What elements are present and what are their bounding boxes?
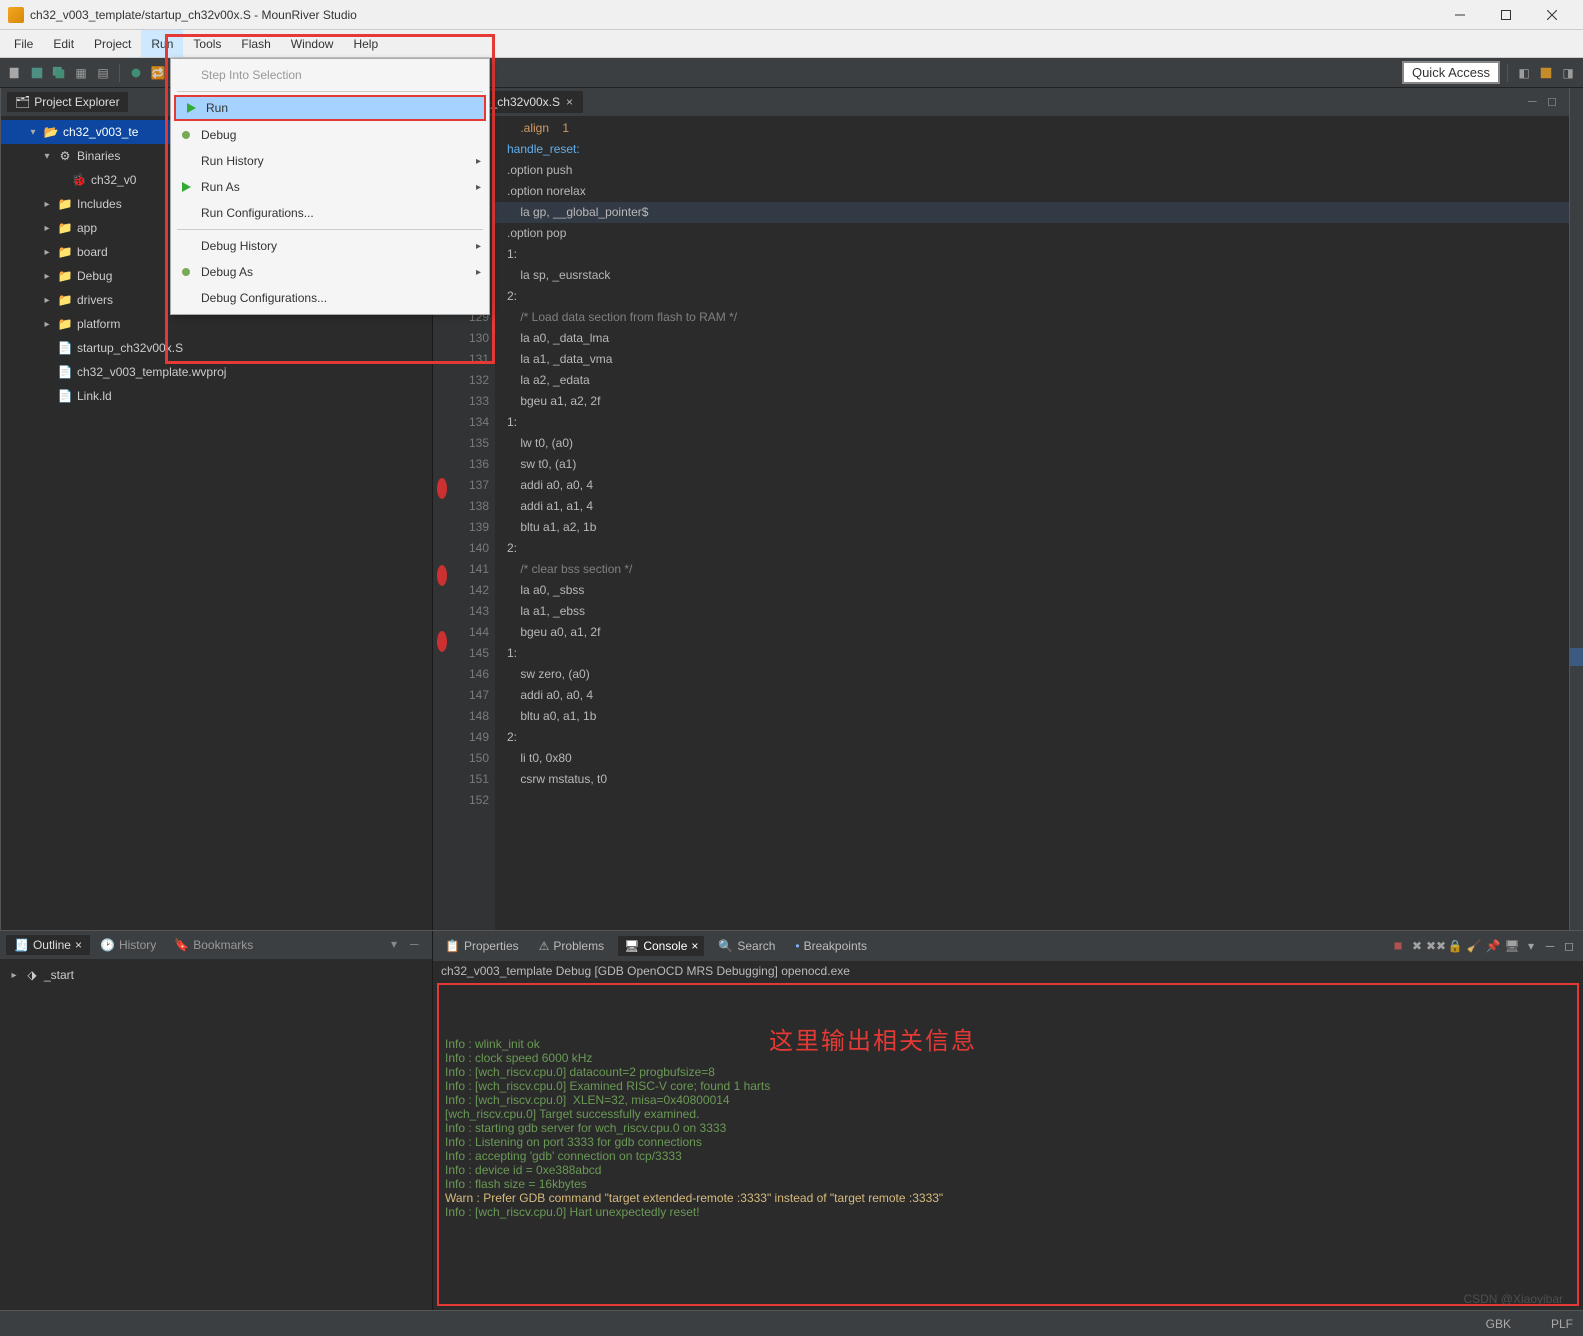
menu-file[interactable]: File [4, 30, 43, 57]
minimize-button[interactable] [1437, 0, 1483, 30]
bookmarks-tab[interactable]: 🔖Bookmarks [166, 935, 261, 955]
menu-help[interactable]: Help [343, 30, 388, 57]
close-button[interactable] [1529, 0, 1575, 30]
save-icon[interactable] [28, 64, 46, 82]
perspective-other-icon[interactable]: ◨ [1559, 64, 1577, 82]
console-min-icon[interactable]: ─ [1542, 938, 1558, 954]
breakpoints-tab[interactable]: •Breakpoints [789, 936, 873, 956]
scroll-lock-icon[interactable]: 🔒 [1447, 938, 1463, 954]
run-menu-dropdown: Step Into SelectionRunDebugRun HistoryRu… [170, 58, 490, 315]
run-menu-debug-configurations-[interactable]: Debug Configurations... [171, 285, 489, 311]
run-menu-step-into-selection: Step Into Selection [171, 62, 489, 88]
label-icon: ⬗ [24, 967, 40, 983]
grid-icon[interactable]: ▤ [94, 64, 112, 82]
status-encoding[interactable]: GBK [1486, 1317, 1511, 1331]
menu-project[interactable]: Project [84, 30, 141, 57]
toggle-icon[interactable]: ▦ [72, 64, 90, 82]
remove-launch-icon[interactable]: ✖ [1409, 938, 1425, 954]
tree-item-ch32-v003-template-wvproj[interactable]: 📄ch32_v003_template.wvproj [1, 360, 432, 384]
menu-bar: FileEditProjectRunToolsFlashWindowHelp [0, 30, 1583, 58]
run-menu-run[interactable]: Run [174, 95, 486, 121]
perspective-c-icon[interactable]: ◧ [1515, 64, 1533, 82]
tree-item-startup-ch32v00x-s[interactable]: 📄startup_ch32v00x.S [1, 336, 432, 360]
open-console-icon[interactable]: ▾ [1523, 938, 1539, 954]
history-tab[interactable]: 🕑History [92, 935, 164, 955]
run-menu-run-configurations-[interactable]: Run Configurations... [171, 200, 489, 226]
clear-console-icon[interactable]: 🧹 [1466, 938, 1482, 954]
properties-tab[interactable]: 📋Properties [439, 936, 525, 956]
outline-min-icon[interactable]: ─ [410, 937, 426, 953]
editor-area: 📄 rtup_ch32v00x.S × ─ ◻ 1201211221231241… [433, 88, 1569, 930]
console-tab[interactable]: 🖥Console × [618, 936, 704, 956]
build-icon[interactable] [127, 64, 145, 82]
title-bar: ch32_v003_template/startup_ch32v00x.S - … [0, 0, 1583, 30]
editor-maximize-icon[interactable]: ◻ [1547, 94, 1563, 110]
editor-overview-ruler[interactable] [1569, 88, 1583, 930]
editor-body[interactable]: 1201211221231241251261271281291301311321… [433, 116, 1569, 930]
window-title: ch32_v003_template/startup_ch32v00x.S - … [30, 8, 357, 22]
run-menu-run-as[interactable]: Run As [171, 174, 489, 200]
menu-tools[interactable]: Tools [183, 30, 231, 57]
menu-edit[interactable]: Edit [43, 30, 84, 57]
status-bar: GBK PLF [0, 1310, 1583, 1336]
outline-menu-icon[interactable]: ▾ [391, 937, 407, 953]
tree-item-platform[interactable]: ▸📁platform [1, 312, 432, 336]
run-menu-debug[interactable]: Debug [171, 122, 489, 148]
outline-tree[interactable]: ▸⬗_start [0, 959, 432, 1310]
status-line-ending[interactable]: PLF [1551, 1317, 1573, 1331]
display-selected-icon[interactable]: 🖥 [1504, 938, 1520, 954]
outline-tab[interactable]: 🧾Outline × [6, 935, 90, 955]
pin-console-icon[interactable]: 📌 [1485, 938, 1501, 954]
menu-run[interactable]: Run [141, 30, 183, 57]
project-explorer-tab[interactable]: 🗂 Project Explorer [7, 92, 128, 112]
code-content[interactable]: .align 1handle_reset:.option push.option… [495, 116, 1569, 930]
console-process-title: ch32_v003_template Debug [GDB OpenOCD MR… [433, 961, 1583, 981]
outline-panel: 🧾Outline × 🕑History 🔖Bookmarks ▾ ─ ▸⬗_st… [0, 931, 433, 1310]
tree-item-link-ld[interactable]: 📄Link.ld [1, 384, 432, 408]
menu-flash[interactable]: Flash [231, 30, 280, 57]
annotation-overlay-text: 这里输出相关信息 [769, 1021, 977, 1056]
run-menu-debug-as[interactable]: Debug As [171, 259, 489, 285]
problems-tab[interactable]: ⚠Problems [533, 936, 610, 956]
menu-window[interactable]: Window [281, 30, 344, 57]
save-all-icon[interactable] [50, 64, 68, 82]
close-tab-icon[interactable]: × [566, 95, 573, 109]
console-max-icon[interactable]: ◻ [1561, 938, 1577, 954]
new-icon[interactable] [6, 64, 24, 82]
console-output[interactable]: 这里输出相关信息 Info : wlink_init okInfo : cloc… [437, 983, 1579, 1306]
lower-panels: 🧾Outline × 🕑History 🔖Bookmarks ▾ ─ ▸⬗_st… [0, 930, 1583, 1310]
search-tab[interactable]: 🔍Search [712, 936, 781, 956]
maximize-button[interactable] [1483, 0, 1529, 30]
run-menu-debug-history[interactable]: Debug History [171, 233, 489, 259]
terminate-icon[interactable] [1390, 938, 1406, 954]
folder-icon: 🗂 [15, 95, 30, 109]
remove-all-icon[interactable]: ✖✖ [1428, 938, 1444, 954]
bottom-views: 📋Properties ⚠Problems 🖥Console × 🔍Search… [433, 931, 1583, 1310]
perspective-debug-icon[interactable] [1537, 64, 1555, 82]
editor-minimize-icon[interactable]: ─ [1528, 94, 1544, 110]
run-menu-run-history[interactable]: Run History [171, 148, 489, 174]
rebuild-icon[interactable]: 🔁 [149, 64, 167, 82]
app-icon [8, 7, 24, 23]
quick-access[interactable]: Quick Access [1402, 61, 1500, 84]
watermark: CSDN @Xiaoyibar [1463, 1292, 1563, 1306]
